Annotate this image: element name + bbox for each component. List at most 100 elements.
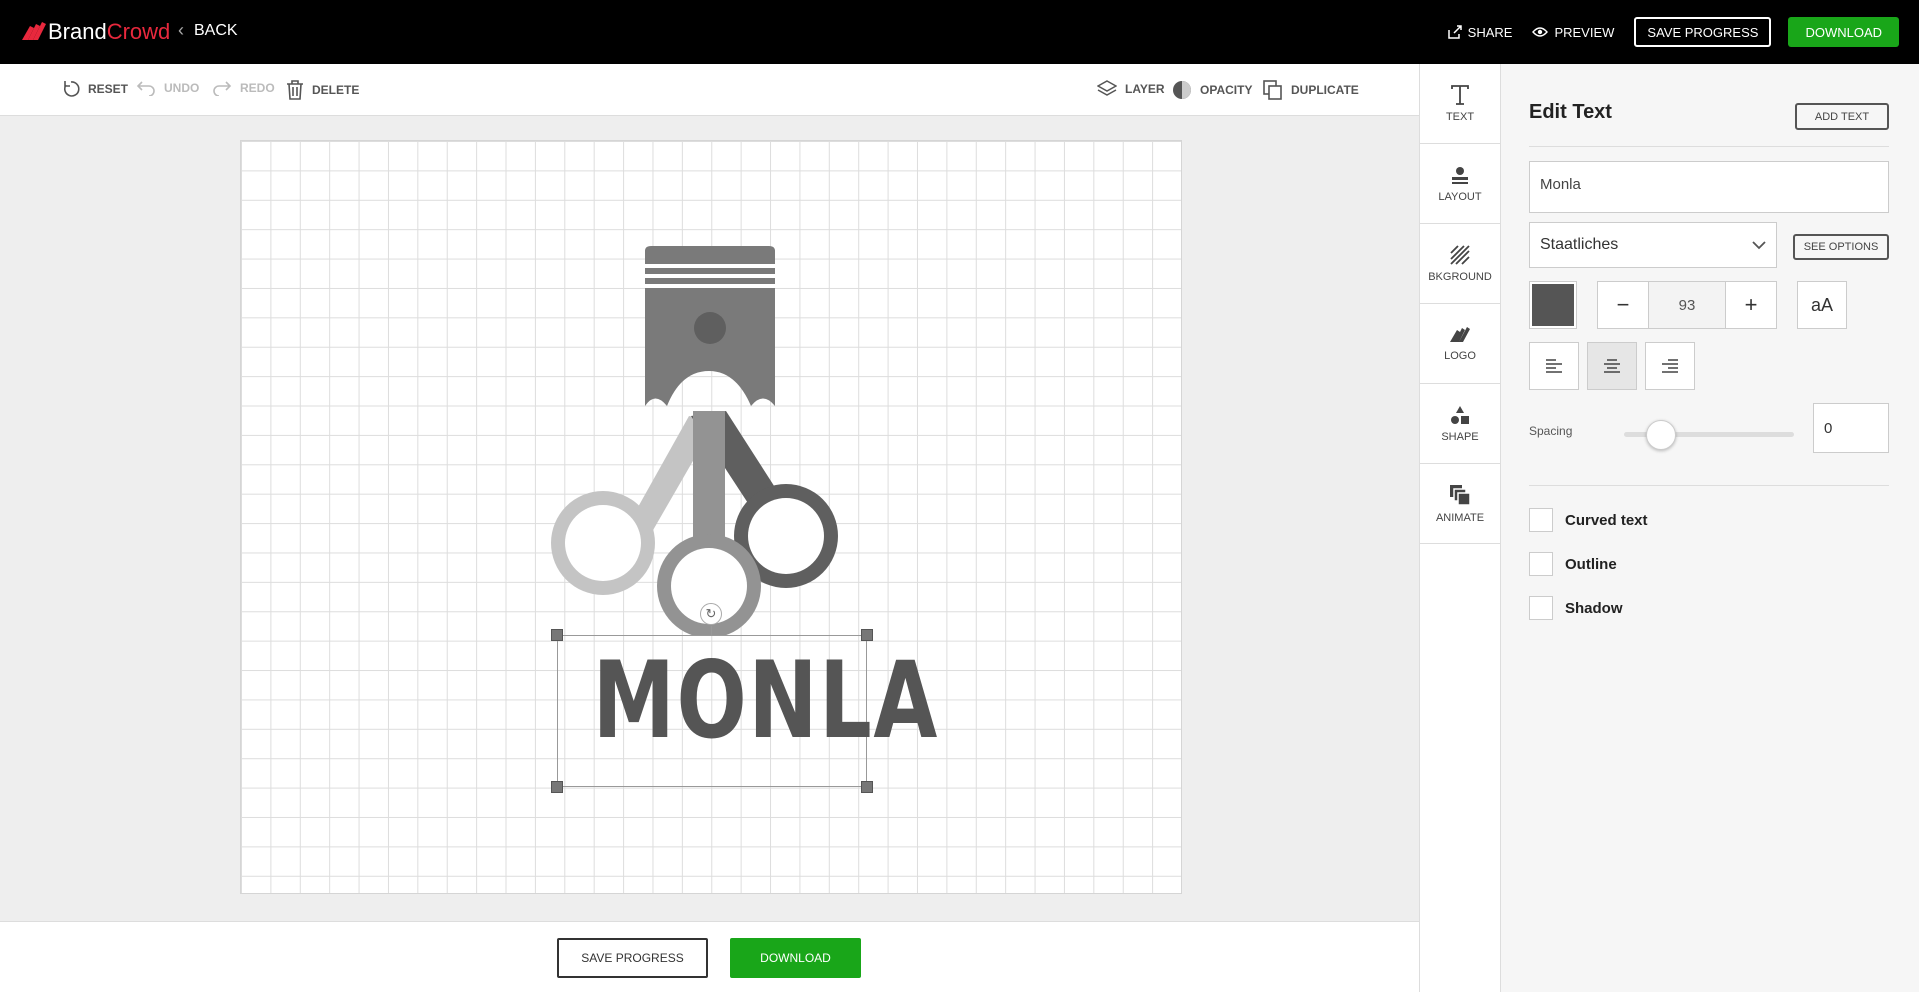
tab-animate-label: ANIMATE	[1435, 511, 1485, 524]
chevron-left-icon: ‹	[178, 20, 184, 40]
curved-text-label: Curved text	[1565, 511, 1648, 529]
font-select[interactable]: Staatliches	[1529, 222, 1777, 268]
panel-title: Edit Text	[1529, 101, 1612, 123]
bottom-save-progress-button[interactable]: SAVE PROGRESS	[557, 938, 708, 978]
edit-toolbar: RESET UNDO REDO DELETE LAYER OPACITY DUP…	[0, 64, 1419, 116]
checkbox-box[interactable]	[1529, 508, 1553, 532]
tab-text[interactable]: TEXT	[1420, 64, 1500, 144]
reset-icon	[63, 81, 80, 97]
undo-icon	[136, 81, 155, 96]
duplicate-label: DUPLICATE	[1291, 83, 1359, 97]
rotate-handle-line	[711, 626, 712, 636]
curved-text-checkbox[interactable]: Curved text	[1529, 508, 1648, 532]
increase-size-button[interactable]: +	[1726, 282, 1776, 328]
divider	[1529, 485, 1889, 486]
text-icon	[1451, 84, 1469, 105]
shape-icon	[1451, 405, 1469, 424]
redo-button[interactable]: REDO	[212, 80, 275, 96]
align-center-button[interactable]	[1587, 342, 1637, 390]
shadow-label: Shadow	[1565, 599, 1623, 617]
duplicate-button[interactable]: DUPLICATE	[1263, 80, 1359, 100]
resize-handle-top-left[interactable]	[551, 629, 563, 641]
layers-icon	[1097, 80, 1117, 96]
piston-logo-graphic[interactable]	[541, 246, 881, 636]
tab-shape[interactable]: SHAPE	[1420, 384, 1500, 464]
chevron-down-icon	[1752, 240, 1766, 249]
tab-animate[interactable]: ANIMATE	[1420, 464, 1500, 544]
reset-button[interactable]: RESET	[62, 80, 128, 98]
header-save-progress-button[interactable]: SAVE PROGRESS	[1634, 17, 1772, 47]
animate-icon	[1450, 484, 1471, 506]
checkbox-box[interactable]	[1529, 596, 1553, 620]
bottom-bar: SAVE PROGRESS DOWNLOAD	[0, 921, 1419, 992]
redo-icon	[213, 81, 232, 96]
align-center-icon	[1604, 359, 1620, 373]
decrease-size-button[interactable]: −	[1598, 282, 1648, 328]
opacity-button[interactable]: OPACITY	[1172, 80, 1252, 100]
shadow-checkbox[interactable]: Shadow	[1529, 596, 1623, 620]
back-button[interactable]: ‹ BACK	[178, 20, 238, 41]
tab-logo-label: LOGO	[1444, 349, 1476, 362]
layer-button[interactable]: LAYER	[1097, 80, 1165, 98]
brand-flag-icon	[22, 22, 46, 40]
align-right-button[interactable]	[1645, 342, 1695, 390]
brand-name-part1: Brand	[48, 19, 107, 44]
header-actions: SHARE PREVIEW SAVE PROGRESS DOWNLOAD	[1447, 17, 1899, 47]
background-icon	[1450, 244, 1470, 265]
outline-checkbox[interactable]: Outline	[1529, 552, 1617, 576]
side-tabs: TEXT LAYOUT BKGROUND LOGO SHAPE ANIMATE	[1419, 64, 1501, 992]
opacity-label: OPACITY	[1200, 83, 1253, 97]
rotate-handle[interactable]: ↻	[700, 603, 722, 625]
tab-layout[interactable]: LAYOUT	[1420, 144, 1500, 224]
layout-icon	[1452, 166, 1468, 184]
tab-text-label: TEXT	[1445, 110, 1475, 123]
delete-button[interactable]: DELETE	[286, 80, 359, 100]
preview-button[interactable]: PREVIEW	[1532, 25, 1614, 40]
brandcrowd-logo[interactable]: Brand Crowd	[20, 18, 170, 46]
tab-shape-label: SHAPE	[1441, 430, 1479, 443]
undo-button[interactable]: UNDO	[136, 80, 199, 96]
resize-handle-bottom-left[interactable]	[551, 781, 563, 793]
font-size-stepper[interactable]: − 93 +	[1597, 281, 1777, 329]
resize-handle-bottom-right[interactable]	[861, 781, 873, 793]
design-artboard[interactable]: ↻ MONLA	[240, 140, 1182, 894]
brand-name-part2: Crowd	[106, 19, 171, 44]
add-text-button[interactable]: ADD TEXT	[1795, 103, 1889, 130]
share-label: SHARE	[1467, 24, 1513, 40]
text-content-field[interactable]: Monla	[1529, 161, 1889, 213]
tab-background[interactable]: BKGROUND	[1420, 224, 1500, 304]
back-label: BACK	[194, 21, 238, 39]
duplicate-icon	[1263, 80, 1282, 100]
layer-label: LAYER	[1125, 82, 1165, 96]
text-color-swatch[interactable]	[1529, 281, 1577, 329]
align-left-button[interactable]	[1529, 342, 1579, 390]
edit-text-panel: Edit Text ADD TEXT Monla Staatliches SEE…	[1501, 64, 1919, 992]
checkbox-box[interactable]	[1529, 552, 1553, 576]
see-options-button[interactable]: SEE OPTIONS	[1793, 234, 1889, 260]
share-button[interactable]: SHARE	[1447, 24, 1513, 40]
spacing-input[interactable]: 0	[1813, 403, 1889, 453]
logo-text[interactable]: MONLA	[593, 646, 938, 756]
share-icon	[1447, 25, 1462, 39]
logo-icon	[1450, 326, 1470, 342]
eye-icon	[1532, 27, 1549, 37]
canvas-area: ↻ MONLA	[0, 116, 1419, 921]
text-case-button[interactable]: aA	[1797, 281, 1847, 329]
reset-label: RESET	[88, 82, 129, 96]
piston-head	[645, 246, 775, 406]
align-right-icon	[1662, 359, 1678, 373]
trash-icon	[287, 80, 303, 100]
font-size-value[interactable]: 93	[1648, 282, 1726, 328]
spacing-slider-knob[interactable]	[1646, 420, 1676, 450]
redo-label: REDO	[240, 81, 275, 95]
delete-label: DELETE	[312, 83, 360, 97]
opacity-icon	[1173, 81, 1191, 99]
preview-label: PREVIEW	[1554, 24, 1615, 40]
undo-label: UNDO	[164, 81, 200, 95]
outline-label: Outline	[1565, 555, 1617, 573]
tab-logo[interactable]: LOGO	[1420, 304, 1500, 384]
bottom-download-button[interactable]: DOWNLOAD	[730, 938, 861, 978]
header-download-button[interactable]: DOWNLOAD	[1788, 17, 1899, 47]
divider	[1529, 146, 1889, 147]
font-name: Staatliches	[1540, 236, 1619, 253]
